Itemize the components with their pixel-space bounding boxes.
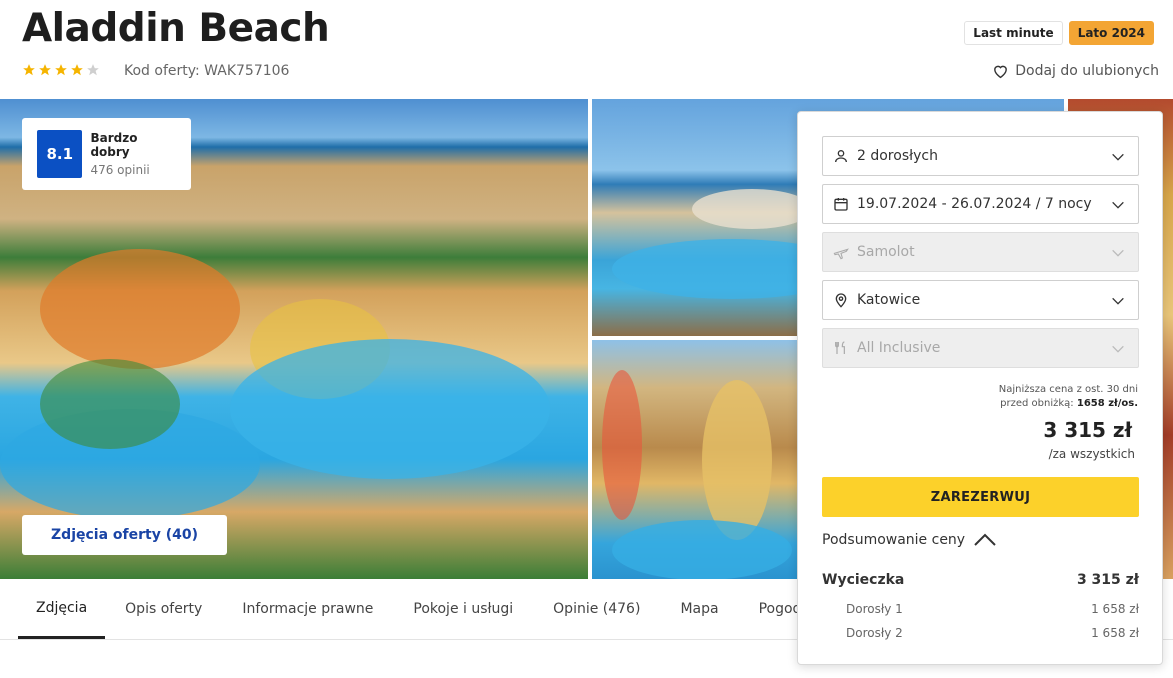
travelers-value: 2 dorosłych bbox=[857, 148, 938, 164]
person-icon bbox=[835, 150, 847, 163]
trip-price-row: Wycieczka 3 315 zł bbox=[822, 572, 1139, 588]
chevron-up-icon bbox=[974, 533, 996, 546]
season-badge: Lato 2024 bbox=[1068, 21, 1154, 45]
adult-price-row: Dorosły 1 1 658 zł bbox=[822, 602, 1139, 616]
price-summary-toggle[interactable]: Podsumowanie ceny bbox=[822, 532, 997, 548]
lowest-price-line2: przed obniżką: bbox=[1000, 398, 1074, 409]
rating-score: 8.1 bbox=[37, 130, 83, 178]
travelers-select[interactable]: 2 dorosłych bbox=[822, 136, 1139, 176]
favorites-label: Dodaj do ulubionych bbox=[1015, 63, 1159, 79]
booking-panel: 2 dorosłych 19.07.2024 - 26.07.2024 / 7 … bbox=[797, 111, 1163, 665]
star-icon bbox=[55, 64, 67, 76]
tab-map[interactable]: Mapa bbox=[660, 579, 738, 639]
tab-rooms-services[interactable]: Pokoje i usługi bbox=[393, 579, 533, 639]
price-summary-label: Podsumowanie ceny bbox=[822, 532, 966, 548]
tab-reviews[interactable]: Opinie (476) bbox=[533, 579, 660, 639]
tab-description[interactable]: Opis oferty bbox=[105, 579, 222, 639]
lowest-price-value: 1658 zł/os. bbox=[1076, 398, 1138, 409]
calendar-icon bbox=[834, 198, 848, 211]
hotel-name: Aladdin Beach bbox=[22, 6, 330, 51]
chevron-down-icon bbox=[1112, 249, 1124, 257]
transport-value: Samolot bbox=[857, 244, 915, 260]
total-price: 3 315 zł bbox=[1043, 418, 1132, 442]
star-icon bbox=[39, 64, 51, 76]
chevron-down-icon bbox=[1112, 297, 1124, 305]
departure-value: Katowice bbox=[857, 292, 921, 308]
departure-select[interactable]: Katowice bbox=[822, 280, 1139, 320]
last-minute-badge: Last minute bbox=[964, 21, 1063, 45]
trip-label: Wycieczka bbox=[822, 572, 905, 588]
cutlery-icon bbox=[835, 341, 845, 354]
adult-label: Dorosły 2 bbox=[846, 626, 903, 640]
plane-icon bbox=[833, 248, 849, 260]
book-button[interactable]: ZAREZERWUJ bbox=[822, 477, 1139, 517]
adult-label: Dorosły 1 bbox=[846, 602, 903, 616]
star-rating bbox=[22, 63, 100, 77]
adult-price-row: Dorosły 2 1 658 zł bbox=[822, 626, 1139, 640]
chevron-down-icon bbox=[1112, 201, 1124, 209]
trip-price: 3 315 zł bbox=[1076, 572, 1139, 588]
photos-button[interactable]: Zdjęcia oferty (40) bbox=[22, 515, 227, 555]
add-to-favorites-button[interactable]: Dodaj do ulubionych bbox=[992, 63, 1159, 79]
star-icon bbox=[71, 64, 83, 76]
rating-count: 476 opinii bbox=[90, 163, 150, 177]
adult-price: 1 658 zł bbox=[1091, 626, 1139, 640]
chevron-down-icon bbox=[1112, 153, 1124, 161]
heart-icon bbox=[994, 65, 1008, 79]
rating-label: Bardzo dobry bbox=[90, 131, 138, 159]
board-select: All Inclusive bbox=[822, 328, 1139, 368]
chevron-down-icon bbox=[1112, 345, 1124, 353]
location-pin-icon bbox=[835, 293, 847, 308]
offer-code: Kod oferty: WAK757106 bbox=[124, 63, 290, 79]
star-icon bbox=[23, 64, 35, 76]
offer-badges: Last minute Lato 2024 bbox=[964, 21, 1154, 45]
lowest-price-line1: Najniższa cena z ost. 30 dni bbox=[998, 384, 1138, 395]
main-photo[interactable]: 8.1 Bardzo dobry 476 opinii Zdjęcia ofer… bbox=[0, 99, 588, 579]
transport-select: Samolot bbox=[822, 232, 1139, 272]
dates-select[interactable]: 19.07.2024 - 26.07.2024 / 7 nocy bbox=[822, 184, 1139, 224]
tab-photos[interactable]: Zdjęcia bbox=[18, 579, 106, 639]
lowest-price-note: Najniższa cena z ost. 30 dni przed obniż… bbox=[999, 383, 1138, 411]
dates-value: 19.07.2024 - 26.07.2024 / 7 nocy bbox=[857, 196, 1092, 212]
adult-price: 1 658 zł bbox=[1091, 602, 1139, 616]
tab-legal-info[interactable]: Informacje prawne bbox=[222, 579, 393, 639]
star-empty-icon bbox=[87, 64, 99, 76]
price-per-label: /za wszystkich bbox=[1048, 447, 1135, 461]
rating-box: 8.1 Bardzo dobry 476 opinii bbox=[22, 118, 191, 190]
board-value: All Inclusive bbox=[857, 340, 941, 356]
offer-page: Aladdin Beach Kod oferty: WAK757106 Last… bbox=[0, 0, 1173, 678]
